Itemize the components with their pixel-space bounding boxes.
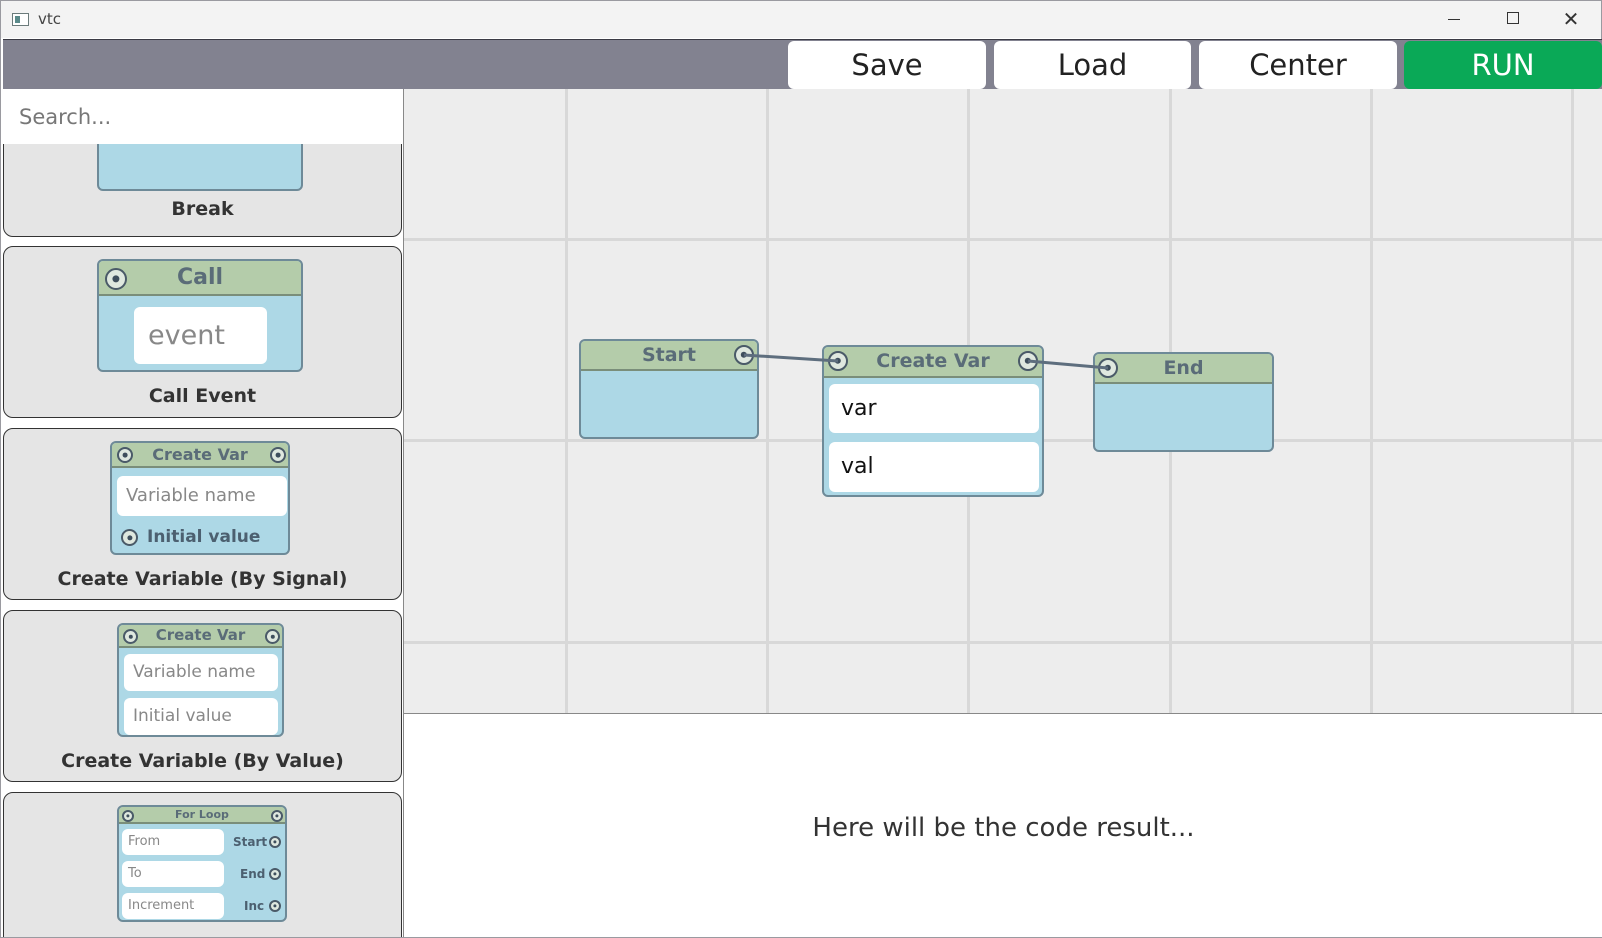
port-icon [271, 810, 283, 822]
node-canvas[interactable]: Start Create Var var val End [403, 89, 1602, 713]
palette-card-call-event[interactable]: Call event Call Event [3, 246, 402, 418]
save-button[interactable]: Save [788, 41, 986, 89]
port-icon [121, 529, 138, 546]
code-output-text: Here will be the code result... [812, 813, 1195, 843]
card-label: Create Variable (By Value) [61, 750, 344, 772]
start-label: Start [233, 835, 268, 849]
wire-start-to-create-var [743, 353, 839, 363]
card-label: Create Variable (By Signal) [57, 568, 348, 590]
search-input[interactable] [3, 89, 402, 144]
end-label: End [240, 867, 266, 881]
port-icon [105, 268, 127, 290]
port-icon [269, 868, 281, 880]
app-icon [12, 13, 29, 26]
inc-label: Inc [244, 899, 265, 913]
port-icon [269, 836, 281, 848]
to-field: To [122, 861, 224, 887]
node-header: For Loop [119, 807, 285, 824]
connection-wires [743, 353, 1109, 370]
port-icon [122, 810, 134, 822]
node-palette: Break Call event Call Event Create Var V… [3, 89, 402, 937]
create-var-signal-preview: Create Var Variable name Initial value [110, 441, 290, 555]
variable-name-field: Variable name [124, 654, 278, 691]
node-header: Create Var [112, 443, 288, 468]
create-var-value-preview: Create Var Variable name Initial value [117, 623, 284, 737]
node-header: Call [99, 261, 301, 296]
port-icon [270, 447, 286, 463]
event-field: event [134, 307, 267, 364]
palette-card-create-var-signal[interactable]: Create Var Variable name Initial value C… [3, 428, 402, 600]
increment-field: Increment [122, 893, 224, 919]
maximize-icon[interactable] [1484, 1, 1542, 38]
close-icon[interactable]: ✕ [1542, 1, 1600, 38]
port-icon [265, 629, 280, 644]
palette-card-create-var-value[interactable]: Create Var Variable name Initial value C… [3, 610, 402, 782]
node-header: Create Var [119, 625, 282, 648]
wire-create-var-to-end [1027, 359, 1109, 370]
initial-value-label: Initial value [147, 527, 261, 547]
port-icon [123, 629, 138, 644]
card-label: Break [171, 198, 234, 220]
run-button[interactable]: RUN [1404, 41, 1602, 89]
center-button[interactable]: Center [1199, 41, 1397, 89]
toolbar: Save Load Center RUN [3, 39, 1602, 89]
variable-name-field: Variable name [117, 476, 287, 516]
code-output-panel: Here will be the code result... [403, 713, 1602, 937]
load-button[interactable]: Load [994, 41, 1191, 89]
initial-value-field: Initial value [124, 698, 278, 735]
window-title: vtc [38, 10, 62, 28]
for-loop-preview: For Loop From Start To End Increment Inc [117, 805, 287, 922]
from-field: From [122, 829, 224, 855]
title-bar: vtc ✕ [1, 1, 1601, 38]
app-window: vtc ✕ Save Load Center RUN Break Call ev… [0, 0, 1602, 938]
minimize-icon[interactable] [1425, 1, 1483, 38]
call-node-preview: Call event [97, 259, 303, 372]
card-label: Call Event [148, 385, 257, 407]
palette-card-for-loop[interactable]: For Loop From Start To End Increment Inc [3, 792, 402, 937]
port-icon [269, 900, 281, 912]
port-icon [117, 447, 133, 463]
